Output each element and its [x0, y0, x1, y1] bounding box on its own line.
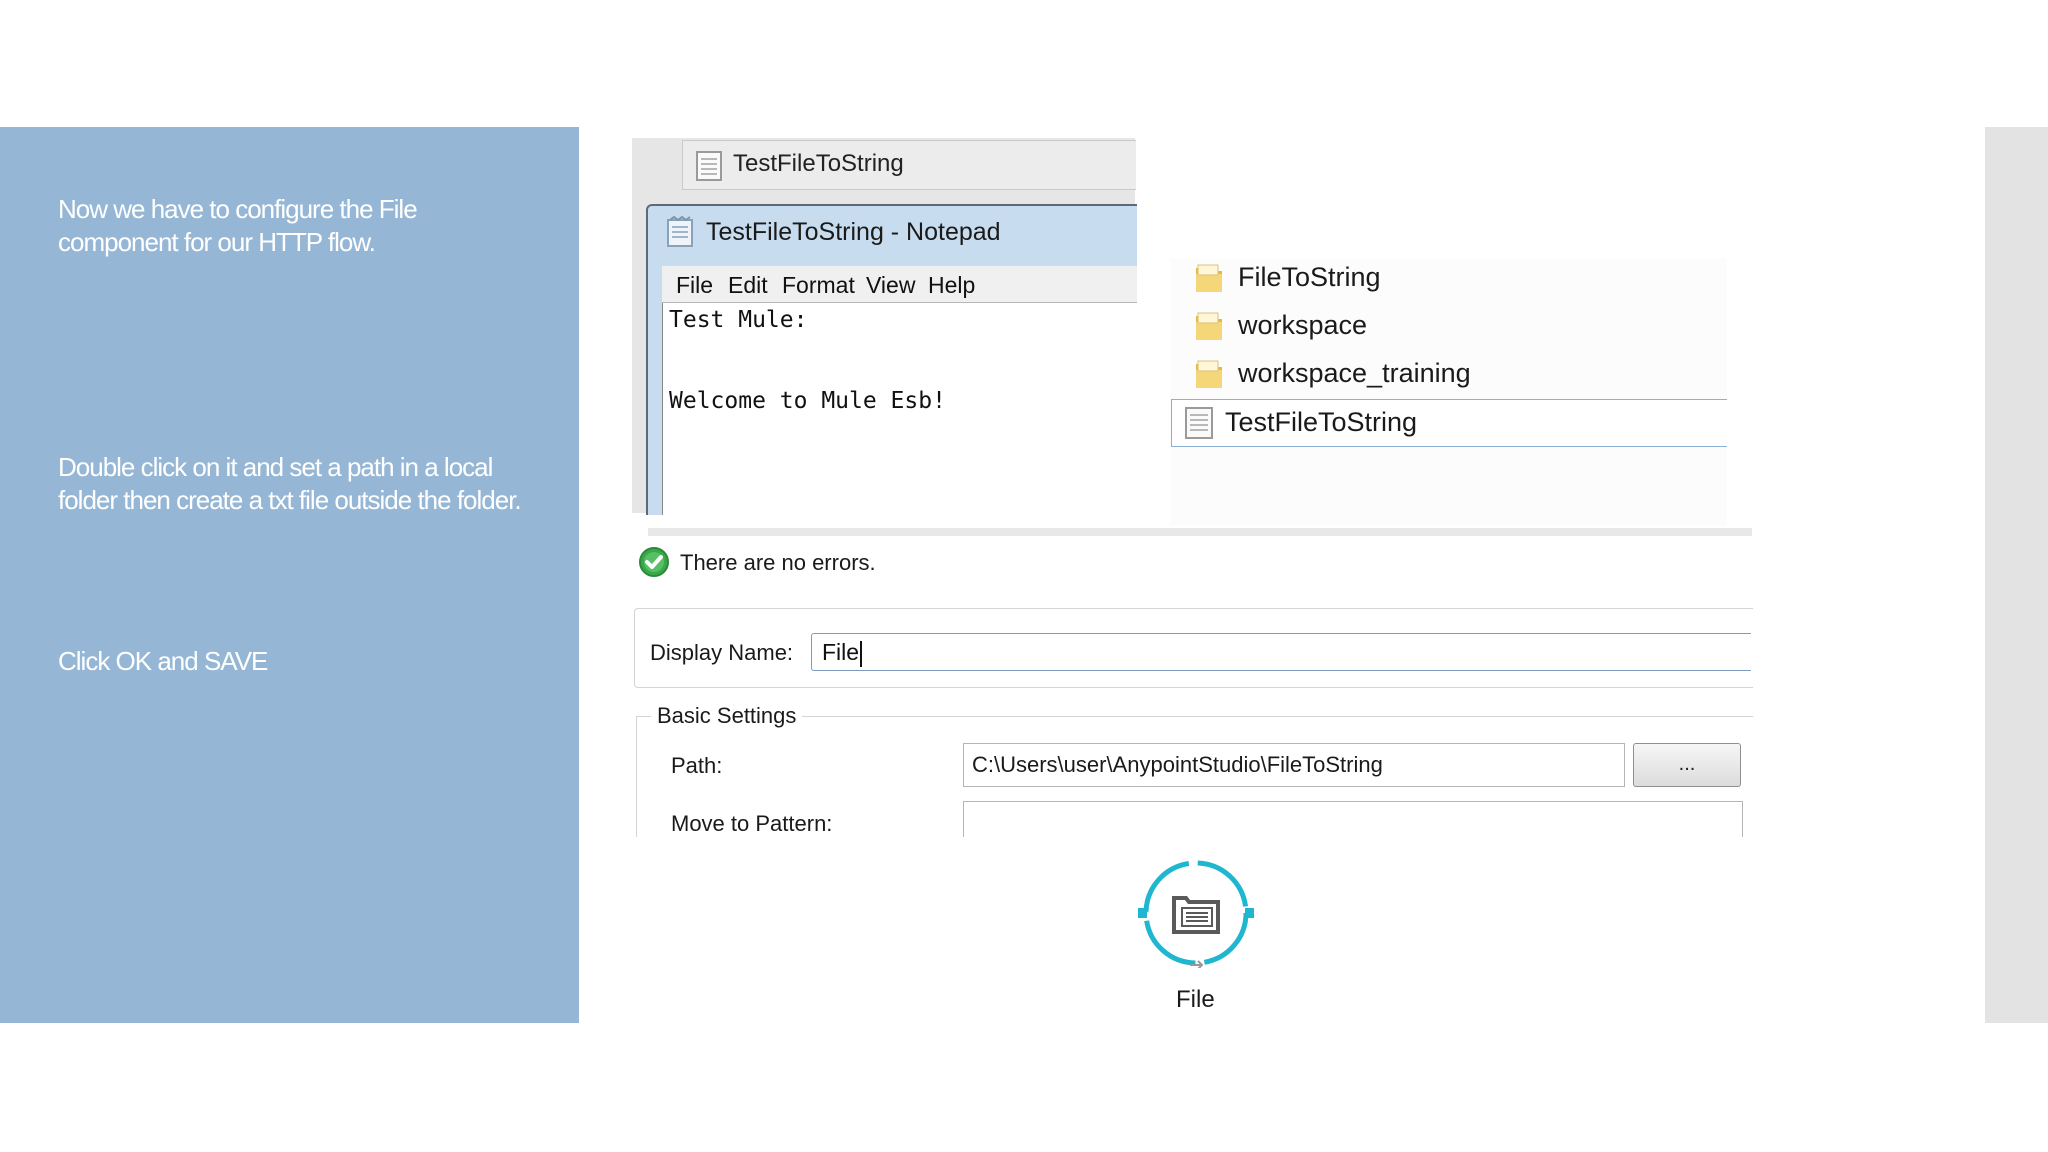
- menu-help[interactable]: Help: [928, 272, 975, 299]
- panel-divider: [648, 528, 1752, 536]
- taskbar-tab[interactable]: TestFileToString: [682, 140, 1136, 190]
- explorer-file-list: FileToString workspace workspace_trainin…: [1170, 258, 1727, 526]
- folder-icon: [1194, 262, 1224, 301]
- basic-settings-group: Basic Settings Path: C:\Users\user\Anypo…: [636, 703, 1753, 837]
- menu-format[interactable]: Format: [782, 272, 855, 299]
- list-item-label: workspace_training: [1238, 358, 1471, 388]
- list-item-label: workspace: [1238, 310, 1368, 340]
- basic-settings-legend: Basic Settings: [651, 703, 803, 729]
- menu-view[interactable]: View: [866, 272, 915, 299]
- notepad-window[interactable]: TestFileToString - Notepad File Edit For…: [646, 204, 1138, 515]
- browse-button[interactable]: ...: [1633, 743, 1741, 787]
- notepad-app-icon: [666, 215, 694, 253]
- file-component-node[interactable]: [1130, 858, 1262, 970]
- menu-edit[interactable]: Edit: [728, 272, 768, 299]
- list-item-filetostring[interactable]: FileToString: [1182, 258, 1712, 298]
- text-line-3: Welcome to Mule Esb!: [669, 388, 946, 414]
- list-item-workspace[interactable]: workspace: [1182, 306, 1712, 346]
- file-connector-icon: [1138, 860, 1254, 970]
- status-text: There are no errors.: [680, 550, 876, 575]
- move-to-pattern-input[interactable]: [963, 801, 1743, 837]
- folder-icon: [1194, 358, 1224, 397]
- display-name-label: Display Name:: [650, 640, 794, 665]
- check-circle-icon: [638, 546, 670, 584]
- list-item-workspace-training[interactable]: workspace_training: [1182, 354, 1712, 394]
- instruction-step-1: Now we have to configure the File compon…: [58, 194, 418, 257]
- move-to-pattern-label: Move to Pattern:: [671, 811, 833, 836]
- right-decoration-strip: [1985, 127, 2048, 1023]
- instructions-panel: Now we have to configure the File compon…: [0, 127, 579, 1023]
- notepad-window-title: TestFileToString - Notepad: [706, 218, 1001, 246]
- text-line-1: Test Mule:: [669, 307, 808, 333]
- file-component-label: File: [1176, 986, 1215, 1013]
- display-name-input[interactable]: File: [811, 633, 1751, 671]
- display-name-group: Display Name: File: [634, 608, 1753, 688]
- instruction-step-2: Double click on it and set a path in a l…: [58, 452, 522, 515]
- display-name-value: File: [822, 639, 860, 665]
- notepad-menubar: File Edit Format View Help: [662, 266, 1137, 303]
- taskbar-tab-label: TestFileToString: [733, 150, 904, 177]
- text-caret: [860, 640, 863, 667]
- folder-icon: [1194, 310, 1224, 349]
- text-file-icon: [1184, 406, 1214, 447]
- path-label: Path:: [671, 753, 723, 778]
- instruction-step-3: Click OK and SAVE: [58, 646, 268, 676]
- menu-file[interactable]: File: [676, 272, 713, 299]
- path-input[interactable]: C:\Users\user\AnypointStudio\FileToStrin…: [963, 743, 1625, 787]
- notepad-doc-icon: [695, 150, 723, 189]
- list-item-testfiletostring[interactable]: TestFileToString: [1171, 399, 1727, 447]
- list-item-label: TestFileToString: [1225, 407, 1418, 437]
- list-item-label: FileToString: [1238, 262, 1381, 292]
- notepad-text-area[interactable]: Test Mule: Welcome to Mule Esb!: [662, 303, 1138, 515]
